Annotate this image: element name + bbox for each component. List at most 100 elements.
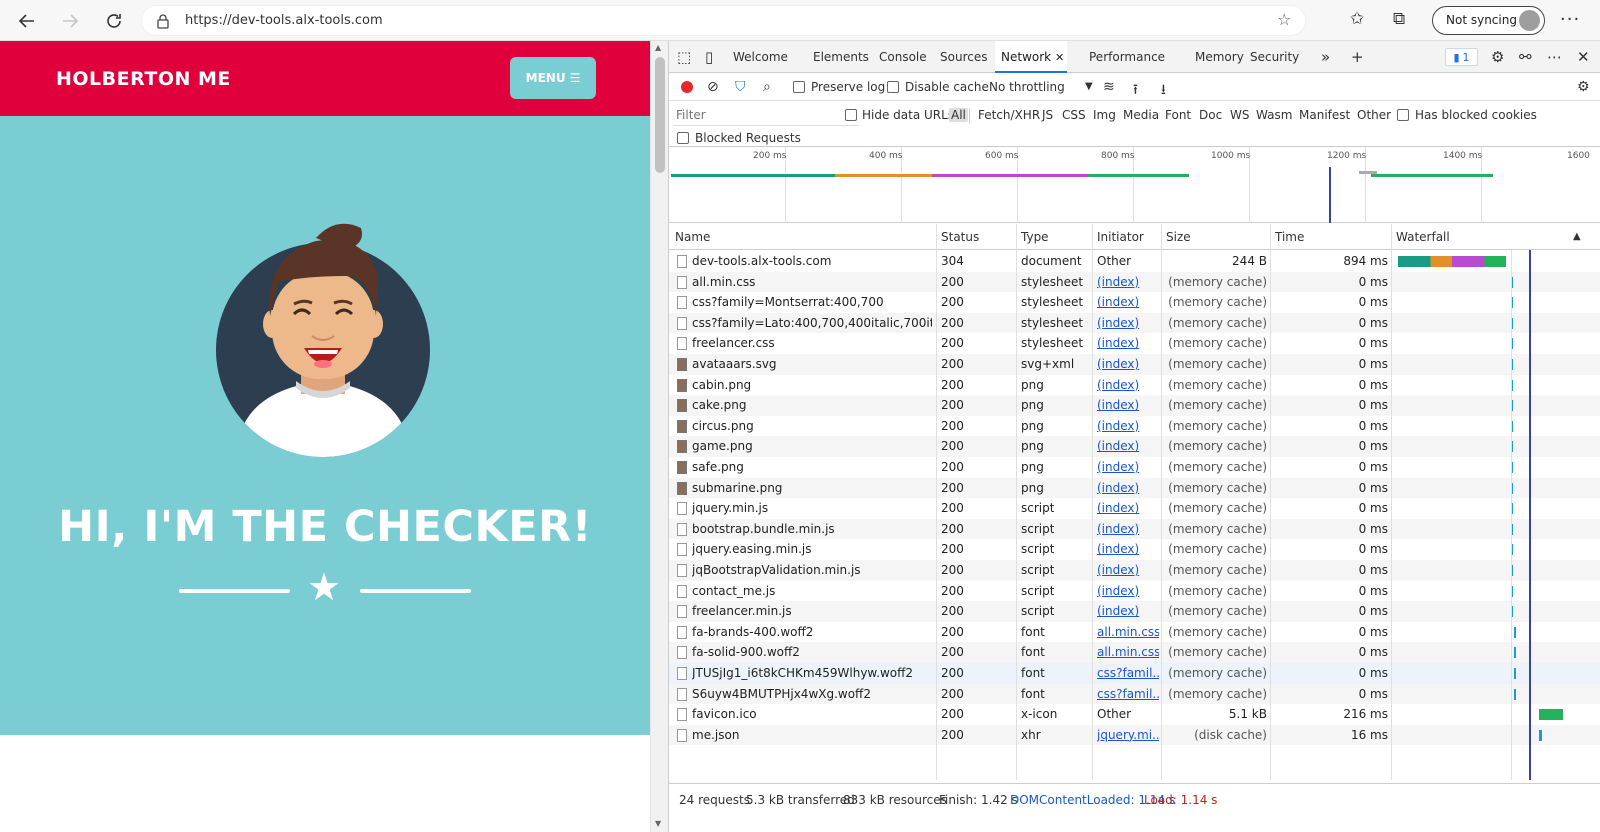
tab-sources[interactable]: Sources: [940, 41, 987, 73]
address-bar[interactable]: https://dev-tools.alx-tools.com ☆: [141, 5, 1306, 36]
table-row[interactable]: JTUSjIg1_i6t8kCHKm459Wlhyw.woff2 200 font c…: [669, 663, 1600, 684]
table-row[interactable]: avataaars.svg 200 svg+xml (index) (memory ca…: [669, 354, 1600, 375]
scroll-down-icon[interactable]: ▼: [655, 819, 661, 828]
column-header-size[interactable]: Size: [1166, 230, 1191, 244]
table-row[interactable]: css?family=Montserrat:400,700 200 styleshe…: [669, 292, 1600, 313]
type-filter-ws[interactable]: WS: [1230, 108, 1249, 122]
request-initiator[interactable]: (index): [1097, 460, 1159, 474]
search-icon[interactable]: ⌕: [763, 79, 771, 95]
forward-button[interactable]: [57, 8, 83, 34]
tab-memory[interactable]: Memory: [1195, 41, 1244, 73]
chevron-down-icon[interactable]: ▼: [1085, 81, 1093, 92]
has-blocked-cookies-checkbox[interactable]: [1397, 109, 1409, 121]
column-header-time[interactable]: Time: [1275, 230, 1304, 244]
throttling-select[interactable]: No throttling: [989, 80, 1065, 94]
network-settings-gear-icon[interactable]: ⚙: [1577, 79, 1590, 95]
type-filter-manifest[interactable]: Manifest: [1299, 108, 1350, 122]
type-filter-fetch-xhr[interactable]: Fetch/XHR: [978, 108, 1040, 122]
hide-data-urls-checkbox[interactable]: [845, 109, 857, 121]
tab-console[interactable]: Console: [879, 41, 927, 73]
type-filter-font[interactable]: Font: [1165, 108, 1191, 122]
type-filter-media[interactable]: Media: [1123, 108, 1159, 122]
column-header-type[interactable]: Type: [1021, 230, 1049, 244]
more-tabs-icon[interactable]: »: [1321, 48, 1330, 66]
request-initiator[interactable]: (index): [1097, 378, 1159, 392]
request-initiator[interactable]: (index): [1097, 439, 1159, 453]
type-filter-other[interactable]: Other: [1357, 108, 1391, 122]
request-initiator[interactable]: (index): [1097, 357, 1159, 371]
column-header-initiator[interactable]: Initiator: [1097, 230, 1144, 244]
scroll-up-icon[interactable]: ▲: [655, 43, 661, 52]
site-brand[interactable]: HOLBERTON ME: [56, 68, 231, 90]
request-initiator[interactable]: css?famil...: [1097, 666, 1159, 680]
request-initiator[interactable]: (index): [1097, 522, 1159, 536]
column-divider[interactable]: [1016, 224, 1017, 780]
column-header-status[interactable]: Status: [941, 230, 979, 244]
request-initiator[interactable]: (index): [1097, 275, 1159, 289]
request-initiator[interactable]: (index): [1097, 419, 1159, 433]
profile-sync-button[interactable]: Not syncing: [1432, 6, 1545, 35]
network-overview-timeline[interactable]: 200 ms 400 ms 600 ms 800 ms 1000 ms 1200…: [669, 147, 1600, 223]
request-initiator[interactable]: (index): [1097, 542, 1159, 556]
table-row[interactable]: favicon.ico 200 x-icon Other 5.1 kB 216 ms: [669, 704, 1600, 725]
request-initiator[interactable]: all.min.css: [1097, 645, 1159, 659]
filter-input[interactable]: [673, 105, 859, 126]
request-initiator[interactable]: all.min.css: [1097, 625, 1159, 639]
add-favorite-icon[interactable]: ☆: [1277, 10, 1291, 29]
reload-button[interactable]: [101, 8, 127, 34]
table-row[interactable]: cabin.png 200 png (index) (memory cache) 0 ms: [669, 375, 1600, 396]
column-divider[interactable]: [1270, 224, 1271, 780]
issues-badge[interactable]: ▮ 1: [1445, 48, 1478, 66]
request-initiator[interactable]: (index): [1097, 563, 1159, 577]
table-row[interactable]: submarine.png 200 png (index) (memory cache)…: [669, 477, 1600, 499]
inspect-element-icon[interactable]: ⬚: [677, 48, 691, 66]
request-initiator[interactable]: (index): [1097, 501, 1159, 515]
table-row[interactable]: circus.png 200 png (index) (memory cache) 0 m…: [669, 416, 1600, 437]
type-filter-css[interactable]: CSS: [1062, 108, 1086, 122]
close-icon[interactable]: ✕: [1055, 51, 1064, 64]
table-row[interactable]: jqBootstrapValidation.min.js 200 script (in…: [669, 560, 1600, 581]
tab-security[interactable]: Security: [1250, 41, 1299, 73]
more-options-icon[interactable]: ⋯: [1547, 48, 1562, 66]
table-row[interactable]: jquery.min.js 200 script (index) (memory cac…: [669, 498, 1600, 519]
gear-icon[interactable]: ⚙: [1491, 48, 1504, 66]
table-row[interactable]: contact_me.js 200 script (index) (memory cac…: [669, 581, 1600, 602]
column-divider[interactable]: [1391, 224, 1392, 780]
disable-cache-checkbox[interactable]: [887, 81, 899, 93]
favorites-icon[interactable]: ✩: [1350, 9, 1364, 29]
column-header-waterfall[interactable]: Waterfall: [1396, 230, 1450, 244]
tab-network[interactable]: Network ✕: [995, 41, 1067, 73]
table-row[interactable]: dev-tools.alx-tools.com 304 document Other 2…: [669, 251, 1600, 272]
request-initiator[interactable]: (index): [1097, 398, 1159, 412]
type-filter-doc[interactable]: Doc: [1199, 108, 1222, 122]
tab-performance[interactable]: Performance: [1089, 41, 1165, 73]
settings-more-icon[interactable]: ···: [1560, 9, 1580, 30]
table-row[interactable]: me.json 200 xhr jquery.mi... (disk cache) 16 …: [669, 724, 1600, 746]
menu-button[interactable]: MENU ☰: [510, 57, 596, 99]
table-row[interactable]: all.min.css 200 stylesheet (index) (memory c…: [669, 271, 1600, 293]
column-divider[interactable]: [1092, 224, 1093, 780]
page-scroll-thumb[interactable]: [655, 57, 665, 173]
customize-icon[interactable]: ⚯: [1519, 48, 1532, 66]
request-initiator[interactable]: (index): [1097, 295, 1159, 309]
type-filter-all[interactable]: All: [949, 108, 968, 122]
table-row[interactable]: fa-brands-400.woff2 200 font all.min.css (me…: [669, 622, 1600, 643]
table-row[interactable]: css?family=Lato:400,700,400italic,700ita…: [669, 312, 1600, 334]
type-filter-js[interactable]: JS: [1042, 108, 1053, 122]
request-initiator[interactable]: (index): [1097, 584, 1159, 598]
table-row[interactable]: jquery.easing.min.js 200 script (index) (mem…: [669, 539, 1600, 560]
table-row[interactable]: safe.png 200 png (index) (memory cache) 0 ms: [669, 457, 1600, 478]
tab-elements[interactable]: Elements: [813, 41, 869, 73]
lock-icon[interactable]: [156, 13, 170, 29]
table-row[interactable]: game.png 200 png (index) (memory cache) 0 ms: [669, 436, 1600, 457]
table-row[interactable]: freelancer.css 200 stylesheet (index) (memor…: [669, 333, 1600, 354]
back-button[interactable]: [14, 8, 40, 34]
column-header-name[interactable]: Name: [675, 230, 710, 244]
page-scrollbar[interactable]: ▲ ▼: [650, 41, 668, 832]
export-har-icon[interactable]: ⭳: [1161, 79, 1166, 103]
blocked-requests-checkbox[interactable]: [677, 132, 689, 144]
import-har-icon[interactable]: ⭱: [1133, 79, 1138, 103]
request-initiator[interactable]: (index): [1097, 481, 1159, 495]
table-row[interactable]: bootstrap.bundle.min.js 200 script (index) (…: [669, 518, 1600, 540]
preserve-log-checkbox[interactable]: [793, 81, 805, 93]
